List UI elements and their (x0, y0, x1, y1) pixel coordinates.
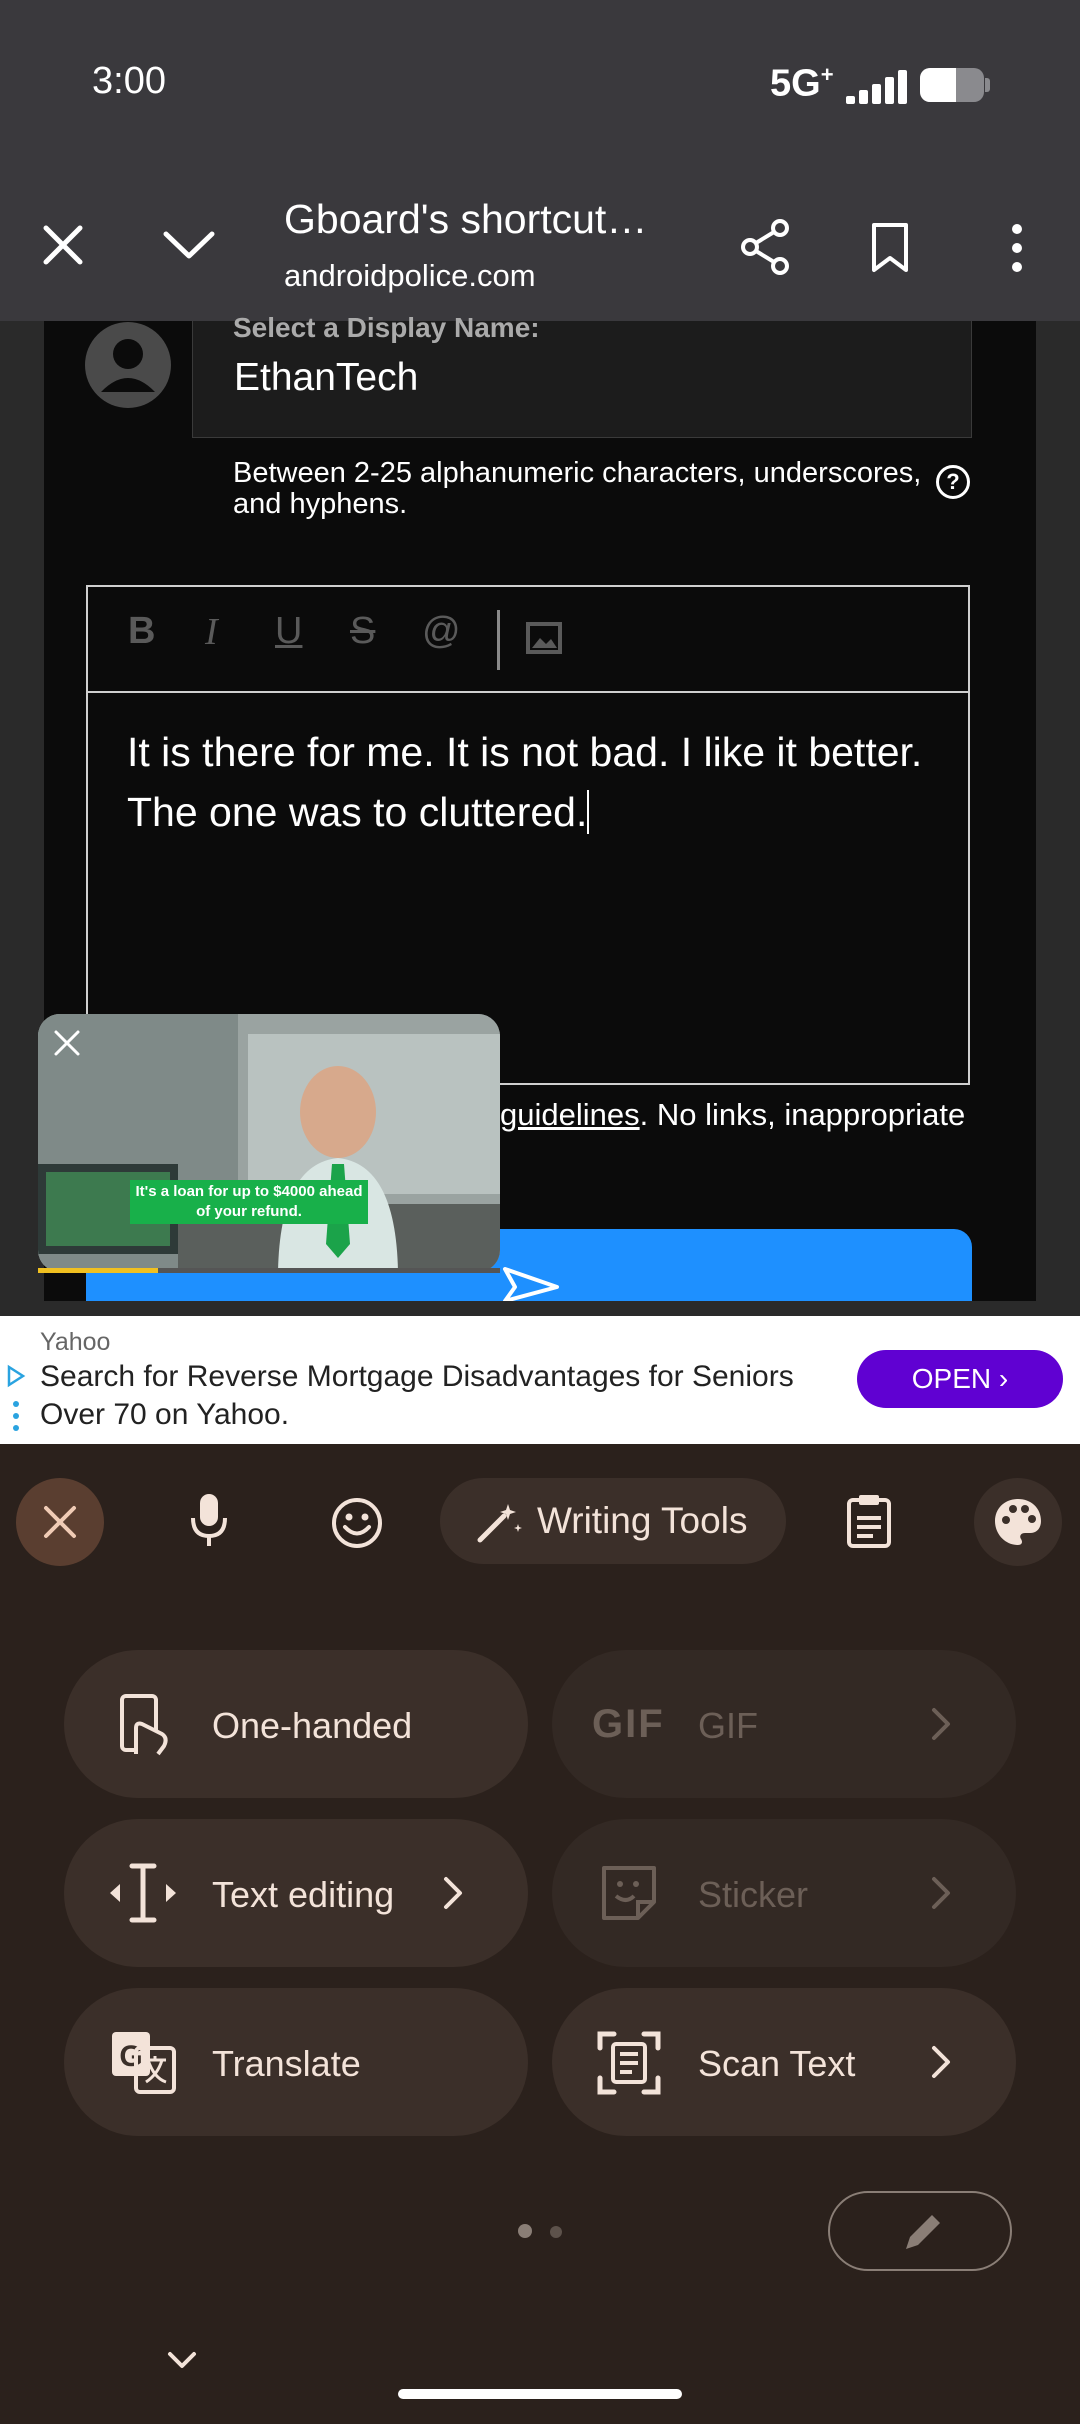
chevron-right-icon (932, 1877, 950, 1909)
gif-icon: GIF (592, 1702, 665, 1746)
italic-button[interactable]: I (205, 610, 218, 654)
translate-icon: G (112, 2032, 176, 2094)
chevron-right-icon: › (998, 1363, 1009, 1394)
clipboard-icon[interactable] (846, 1492, 892, 1548)
palette-icon (995, 1499, 1041, 1545)
network-type: 5G (770, 62, 821, 105)
magic-pen-icon (477, 1504, 522, 1543)
display-name-hint: Between 2-25 alphanumeric characters, un… (233, 457, 922, 520)
strikethrough-button[interactable]: S (350, 610, 375, 653)
emoji-icon[interactable] (330, 1496, 384, 1550)
share-icon[interactable] (738, 218, 792, 276)
gif-label: GIF (698, 1705, 758, 1746)
close-icon (44, 1506, 76, 1538)
help-icon[interactable]: ? (936, 465, 970, 499)
avatar (85, 322, 171, 408)
page-indicator-active (518, 2224, 532, 2238)
mention-button[interactable]: @ (422, 610, 461, 653)
close-tab-icon[interactable] (40, 222, 86, 268)
network-indicator: 5G+ (770, 62, 834, 106)
edit-menu-button[interactable] (828, 2191, 1012, 2271)
sticker-icon (602, 1866, 656, 1920)
video-progress-fill (38, 1268, 159, 1273)
text-cursor-icon (110, 1863, 176, 1923)
close-menu-button[interactable] (16, 1478, 104, 1566)
ad-choices-icon[interactable] (6, 1364, 26, 1434)
image-icon[interactable] (526, 622, 562, 654)
sticker-label: Sticker (698, 1874, 809, 1915)
guidelines-text: guidelines. No links, inappropriate (500, 1097, 965, 1133)
theme-button[interactable] (974, 1478, 1062, 1566)
status-time: 3:00 (92, 60, 166, 102)
scan-text-label: Scan Text (698, 2043, 856, 2084)
ad-open-button[interactable]: OPEN › (857, 1350, 1063, 1408)
guidelines-rest: . No links, inappropriate (639, 1097, 966, 1132)
chevron-down-icon[interactable] (162, 228, 216, 262)
pencil-icon (906, 2215, 940, 2249)
send-icon (503, 1267, 559, 1301)
battery-icon (920, 68, 984, 102)
bookmark-icon[interactable] (870, 222, 910, 274)
text-caret (587, 790, 590, 834)
collapse-keyboard-icon[interactable] (166, 2350, 198, 2370)
one-handed-label: One-handed (212, 1705, 413, 1746)
browser-toolbar (0, 0, 1080, 321)
chevron-right-icon (932, 2046, 950, 2078)
ad-text[interactable]: Search for Reverse Mortgage Disadvantage… (40, 1358, 860, 1434)
chevron-right-icon (932, 1708, 950, 1740)
video-frame-image (38, 1014, 500, 1272)
more-options-icon[interactable] (1008, 222, 1026, 274)
page-indicator (550, 2226, 562, 2238)
page-url[interactable]: androidpolice.com (284, 258, 536, 294)
display-name-value[interactable]: EthanTech (234, 356, 418, 400)
close-video-icon[interactable] (52, 1028, 82, 1058)
battery-tip (985, 78, 990, 92)
text-editing-label: Text editing (212, 1874, 395, 1915)
one-handed-icon (120, 1694, 168, 1756)
person-icon (101, 339, 155, 392)
underline-button[interactable]: U (275, 610, 302, 653)
video-ad[interactable] (38, 1014, 500, 1272)
ad-open-label: OPEN (911, 1363, 992, 1394)
scan-text-icon (597, 2031, 661, 2095)
microphone-icon[interactable] (190, 1492, 228, 1548)
display-name-label: Select a Display Name: (233, 312, 540, 343)
home-indicator[interactable] (398, 2389, 682, 2399)
comment-text[interactable]: It is there for me. It is not bad. I lik… (127, 722, 927, 842)
svg-text:G: G (119, 2040, 142, 2073)
comment-text-value: It is there for me. It is not bad. I lik… (127, 729, 923, 835)
writing-tools-label: Writing Tools (537, 1500, 748, 1541)
chevron-right-icon (444, 1877, 462, 1909)
guidelines-link[interactable]: guidelines (500, 1097, 640, 1132)
signal-icon (846, 70, 907, 104)
translate-label: Translate (212, 2043, 361, 2084)
video-progress-bar (38, 1268, 500, 1273)
page-title[interactable]: Gboard's shortcut… (284, 196, 647, 243)
ad-source: Yahoo (40, 1328, 111, 1356)
bold-button[interactable]: B (128, 610, 155, 653)
video-caption: It's a loan for up to $4000 ahead of you… (130, 1180, 368, 1224)
network-plus: + (820, 62, 834, 87)
toolbar-divider (497, 610, 500, 670)
